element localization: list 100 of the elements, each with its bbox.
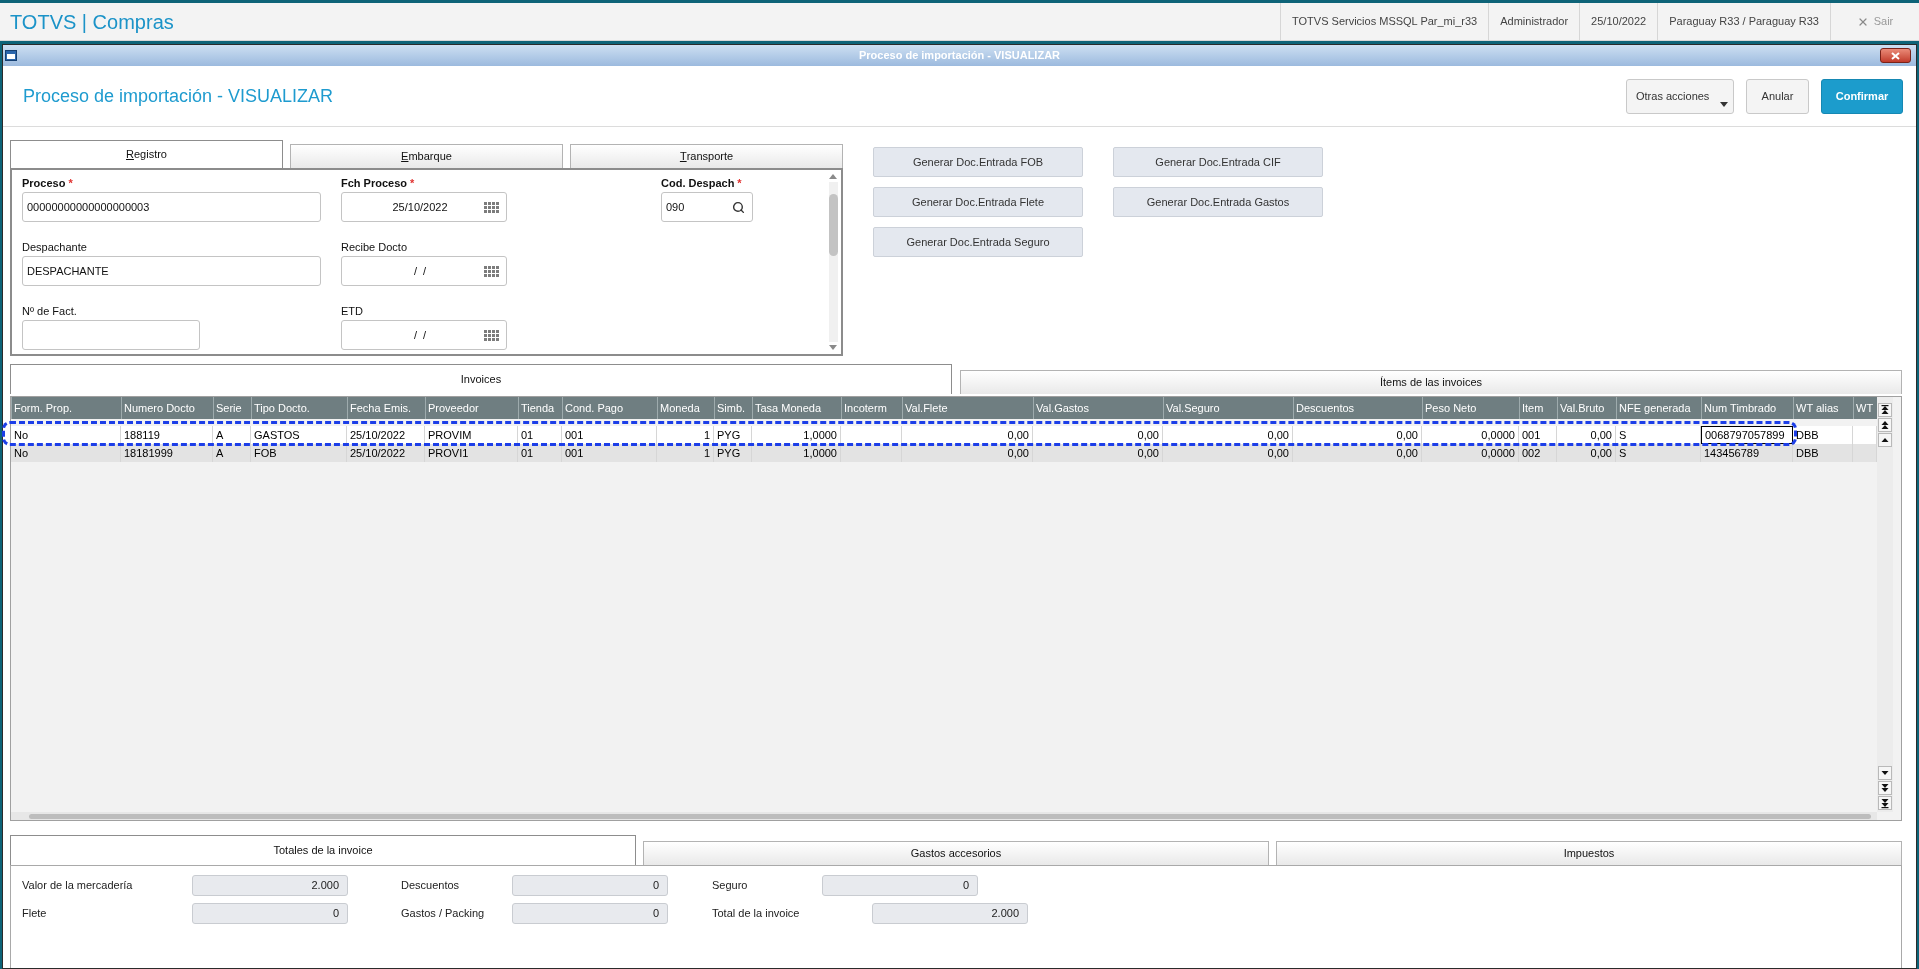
column-header[interactable]: Val.Seguro [1163, 397, 1293, 419]
field-label: Cod. Despach [661, 176, 735, 191]
column-header[interactable]: Serie [213, 397, 251, 419]
column-header[interactable]: WT alias [1793, 397, 1853, 419]
column-header[interactable]: Moneda [657, 397, 714, 419]
total-label: Valor de la mercadería [22, 878, 134, 894]
confirm-button[interactable]: Confirmar [1821, 78, 1903, 114]
date-field[interactable]: / / [341, 256, 507, 286]
column-header[interactable]: Numero Docto [121, 397, 213, 419]
column-header[interactable]: Peso Neto [1422, 397, 1519, 419]
page-up-icon[interactable] [1878, 418, 1892, 432]
column-header[interactable]: Val.Flete [902, 397, 1033, 419]
field-label: Nº de Fact. [22, 304, 77, 319]
text-field[interactable]: DESPACHANTE [22, 256, 321, 286]
required-mark: * [737, 176, 742, 191]
column-header[interactable]: Item [1519, 397, 1557, 419]
tab[interactable]: Invoices [10, 364, 952, 394]
required-mark: * [410, 176, 415, 191]
table-cell: 0,0000 [1422, 444, 1519, 462]
field-label: Despachante [22, 240, 87, 255]
tab[interactable]: Totales de la invoice [10, 835, 636, 865]
total-label: Flete [22, 906, 48, 922]
action-button[interactable]: Generar Doc.Entrada FOB [873, 147, 1083, 177]
exit-button[interactable]: Sair [1830, 3, 1919, 40]
column-header[interactable]: NFE generada [1616, 397, 1701, 419]
lookup-field[interactable]: 090 [661, 192, 753, 222]
action-button[interactable]: Generar Doc.Entrada Gastos [1113, 187, 1323, 217]
field-label: Proceso [22, 176, 66, 191]
scroll-to-top-icon[interactable] [1878, 403, 1892, 417]
session-info: TOTVS Servicios MSSQL Par_mi_r33 [1280, 3, 1489, 40]
table-cell: 002 [1519, 444, 1557, 462]
column-header[interactable]: Fecha Emis. [347, 397, 425, 419]
tab[interactable]: Ítems de las invoices [960, 370, 1902, 394]
column-header[interactable]: Descuentos [1293, 397, 1422, 419]
table-cell: 0,00 [1557, 444, 1616, 462]
table-row[interactable]: No 188119 A GASTOS 25/10/2022 PROVIM 01 001 1 PYG 1,0000 0,00 0,00 0,00 0,00 0,0000 001 0,00 S 0068797057899 DBB [11, 426, 1877, 444]
page-title: Proceso de importación - VISUALIZAR [23, 84, 334, 108]
table-cell: PROVI1 [425, 444, 518, 462]
table-row[interactable]: No 18181999 A FOB 25/10/2022 PROVI1 01 001 1 PYG 1,0000 0,00 0,00 0,00 0,00 0,0000 002 0,00 S 143456789 DBB [11, 444, 1877, 462]
close-button[interactable] [1880, 48, 1911, 63]
table-cell: DBB [1793, 444, 1853, 462]
caret-icon [1720, 101, 1728, 107]
action-button[interactable]: Generar Doc.Entrada CIF [1113, 147, 1323, 177]
table-cell: 18181999 [121, 444, 213, 462]
tab[interactable]: Gastos accesorios [643, 841, 1269, 865]
table-cell: 143456789 [1701, 444, 1793, 462]
action-button[interactable]: Generar Doc.Entrada Flete [873, 187, 1083, 217]
scroll-to-bottom-icon[interactable] [1878, 796, 1892, 810]
required-mark: * [68, 176, 73, 191]
column-header[interactable]: Num Timbrado [1701, 397, 1793, 419]
vertical-scrollbar[interactable] [828, 182, 838, 342]
column-header[interactable]: Form. Prop. [11, 397, 121, 419]
total-label: Descuentos [401, 878, 461, 894]
column-header[interactable]: Tienda [518, 397, 562, 419]
app-title: TOTVS | Compras [10, 9, 174, 35]
field-label: Recibe Docto [341, 240, 408, 255]
column-header[interactable]: Incoterm [841, 397, 902, 419]
session-info: 25/10/2022 [1579, 3, 1658, 40]
menu-button[interactable]: Otras acciones [1626, 78, 1734, 114]
table-cell: FOB [251, 444, 347, 462]
table-cell: 1,0000 [752, 444, 841, 462]
calendar-icon[interactable] [484, 265, 499, 277]
session-info: Administrador [1488, 3, 1580, 40]
calendar-icon[interactable] [484, 201, 499, 213]
close-icon [1891, 51, 1900, 60]
scrollbar-thumb[interactable] [29, 813, 1871, 819]
search-icon[interactable] [732, 200, 745, 214]
cancel-button[interactable]: Anular [1746, 78, 1809, 114]
column-header[interactable]: Tipo Docto. [251, 397, 347, 419]
table-cell: No [11, 444, 121, 462]
scroll-up-icon[interactable] [1878, 433, 1892, 447]
total-label: Gastos / Packing [401, 906, 486, 922]
page-down-icon[interactable] [1878, 781, 1892, 795]
scrollbar-thumb[interactable] [828, 194, 838, 256]
table-cell: 0,00 [1293, 444, 1422, 462]
column-header[interactable]: Val.Gastos [1033, 397, 1163, 419]
readonly-field: 0 [822, 875, 978, 896]
field-label: Fch Proceso [341, 176, 408, 191]
scroll-down-icon[interactable] [1878, 766, 1892, 780]
column-header[interactable]: Cond. Pago [562, 397, 657, 419]
column-header[interactable]: Proveedor [425, 397, 518, 419]
table-cell: 1 [657, 444, 714, 462]
readonly-field: 2.000 [872, 903, 1028, 924]
total-label: Seguro [712, 878, 749, 894]
column-header[interactable]: Tasa Moneda [752, 397, 841, 419]
column-header[interactable]: Simb. [714, 397, 752, 419]
text-field[interactable] [22, 320, 200, 350]
text-field[interactable]: 00000000000000000003 [22, 192, 321, 222]
tab[interactable]: Registro [10, 140, 283, 168]
tab[interactable]: Impuestos [1276, 841, 1902, 865]
tab[interactable]: Transporte [570, 144, 843, 168]
date-field[interactable]: / / [341, 320, 507, 350]
date-field[interactable]: 25/10/2022 [341, 192, 507, 222]
column-header[interactable]: Val.Bruto [1557, 397, 1616, 419]
total-label: Total de la invoice [712, 906, 801, 922]
calendar-icon[interactable] [484, 329, 499, 341]
action-button[interactable]: Generar Doc.Entrada Seguro [873, 227, 1083, 257]
horizontal-scrollbar[interactable] [11, 812, 1877, 820]
window-title: Proceso de importación - VISUALIZAR [857, 48, 1062, 64]
tab[interactable]: Embarque [290, 144, 563, 168]
